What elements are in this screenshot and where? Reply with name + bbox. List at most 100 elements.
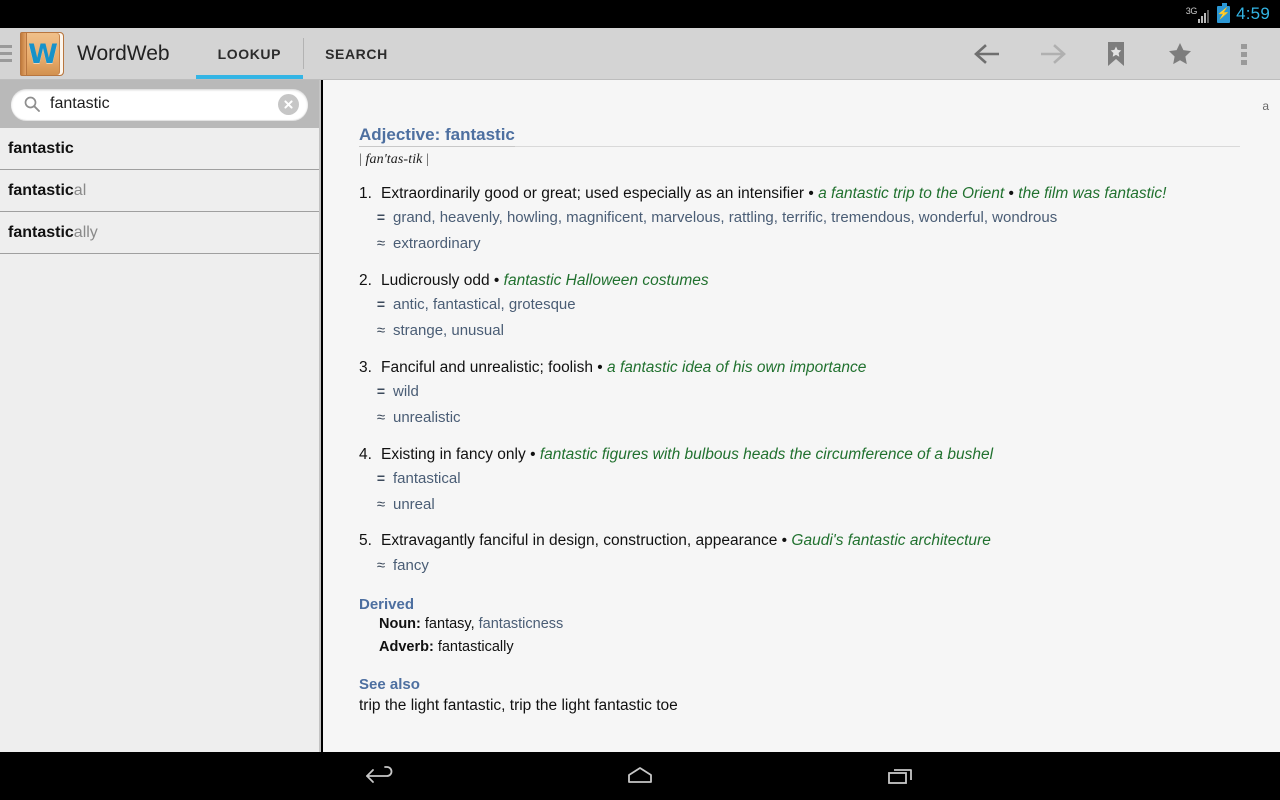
example-text: Gaudi's fantastic architecture xyxy=(791,532,990,549)
derived-word-plain: fantasy, xyxy=(425,616,475,632)
clear-search-button[interactable] xyxy=(278,94,299,115)
sense-number: 4. xyxy=(359,443,381,466)
sense-text: Ludicrously odd • fantastic Halloween co… xyxy=(381,269,1280,292)
approx-symbol: ≈ xyxy=(369,553,393,579)
synonym-list[interactable]: wild xyxy=(393,379,419,405)
sidebar: fantastic fantastic fantastical fantasti… xyxy=(0,80,321,752)
pron-bar-left: | xyxy=(359,152,362,167)
equals-symbol: = xyxy=(369,466,393,492)
sense-text: Existing in fancy only • fantastic figur… xyxy=(381,443,1280,466)
near-synonym-row: ≈ fancy xyxy=(359,553,1280,579)
nav-home-button[interactable] xyxy=(610,752,670,800)
near-synonym-list[interactable]: fancy xyxy=(393,553,429,579)
nav-recents-button[interactable] xyxy=(870,752,930,800)
app-logo-icon[interactable]: W xyxy=(20,32,64,76)
favorite-button[interactable] xyxy=(1148,28,1212,80)
sense-3: 3. Fanciful and unrealistic; foolish • a… xyxy=(359,356,1280,431)
tab-bar: LOOKUP SEARCH xyxy=(196,28,410,79)
font-size-button[interactable]: a xyxy=(1262,99,1269,113)
search-input-value: fantastic xyxy=(50,95,278,113)
list-item[interactable]: fantastical xyxy=(0,170,319,212)
app-logo-letter: W xyxy=(28,41,58,68)
word-suggestion-list: fantastic fantastical fantastically xyxy=(0,128,319,254)
synonym-list[interactable]: antic, fantastical, grotesque xyxy=(393,292,576,318)
see-also-section: See also trip the light fantastic, trip … xyxy=(359,676,1280,717)
synonym-row: = wild xyxy=(359,379,1280,405)
arrow-right-icon xyxy=(1037,42,1067,66)
dictionary-entry: Adjective: fantastic | fan'tas-tik | 1. … xyxy=(323,80,1280,717)
sense-text: Fanciful and unrealistic; foolish • a fa… xyxy=(381,356,1280,379)
list-item[interactable]: fantastically xyxy=(0,212,319,254)
status-bar-clock: 4:59 xyxy=(1236,4,1270,24)
sense-number: 2. xyxy=(359,269,381,292)
approx-symbol: ≈ xyxy=(369,231,393,257)
nav-back-icon xyxy=(363,764,397,788)
approx-symbol: ≈ xyxy=(369,318,393,344)
synonym-row: = fantastical xyxy=(359,466,1280,492)
sense-1: 1. Extraordinarily good or great; used e… xyxy=(359,182,1280,257)
derived-section: Derived Noun: fantasy, fantasticness Adv… xyxy=(359,596,1280,658)
example-text: the film was fantastic! xyxy=(1018,185,1166,202)
word-match-prefix: fantastic xyxy=(8,224,74,242)
example-separator: • xyxy=(530,446,535,463)
sense-text: Extraordinarily good or great; used espe… xyxy=(381,182,1280,205)
example-separator: • xyxy=(782,532,787,549)
sense-definition-row: 5. Extravagantly fanciful in design, con… xyxy=(359,529,1280,552)
android-nav-bar xyxy=(0,752,1280,800)
nav-home-icon xyxy=(623,764,657,788)
definition-pane: a Adjective: fantastic | fan'tas-tik | 1… xyxy=(323,80,1280,752)
near-synonym-list[interactable]: unreal xyxy=(393,492,435,518)
definition-text: Fanciful and unrealistic; foolish xyxy=(381,359,593,376)
action-bar-buttons xyxy=(956,28,1280,79)
tab-lookup[interactable]: LOOKUP xyxy=(196,28,304,79)
definition-text: Existing in fancy only xyxy=(381,446,526,463)
synonym-list[interactable]: fantastical xyxy=(393,466,461,492)
overflow-menu-button[interactable] xyxy=(1212,28,1276,80)
signal-bars-icon: 3G xyxy=(1186,5,1211,23)
sense-4: 4. Existing in fancy only • fantastic fi… xyxy=(359,443,1280,518)
see-also-body[interactable]: trip the light fantastic, trip the light… xyxy=(359,695,1280,717)
equals-symbol: = xyxy=(369,205,393,231)
arrow-left-icon xyxy=(973,42,1003,66)
search-input[interactable]: fantastic xyxy=(11,89,308,120)
example-separator: • xyxy=(1009,185,1014,202)
tab-search[interactable]: SEARCH xyxy=(303,28,410,79)
approx-symbol: ≈ xyxy=(369,405,393,431)
derived-row: Noun: fantasy, fantasticness xyxy=(359,613,1280,635)
list-item[interactable]: fantastic xyxy=(0,128,319,170)
forward-button[interactable] xyxy=(1020,28,1084,80)
near-synonym-row: ≈ extraordinary xyxy=(359,231,1280,257)
near-synonym-row: ≈ unreal xyxy=(359,492,1280,518)
example-separator: • xyxy=(494,272,499,289)
see-also-title: See also xyxy=(359,676,1280,693)
near-synonym-list[interactable]: extraordinary xyxy=(393,231,481,257)
clear-circle-icon xyxy=(282,98,295,111)
synonym-list[interactable]: grand, heavenly, howling, magnificent, m… xyxy=(393,205,1057,231)
near-synonym-list[interactable]: strange, unusual xyxy=(393,318,504,344)
derived-row: Adverb: fantastically xyxy=(359,636,1280,658)
sense-definition-row: 3. Fanciful and unrealistic; foolish • a… xyxy=(359,356,1280,379)
app-title: WordWeb xyxy=(64,28,170,79)
sense-definition-row: 2. Ludicrously odd • fantastic Halloween… xyxy=(359,269,1280,292)
derived-word-plain: fantastically xyxy=(438,639,514,655)
bookmark-button[interactable] xyxy=(1084,28,1148,80)
sense-2: 2. Ludicrously odd • fantastic Halloween… xyxy=(359,269,1280,344)
definition-text: Extravagantly fanciful in design, constr… xyxy=(381,532,777,549)
derived-title: Derived xyxy=(359,596,1280,613)
status-bar: 3G ⚡ 4:59 xyxy=(0,0,1280,28)
hamburger-menu-icon[interactable] xyxy=(0,28,16,79)
nav-recents-icon xyxy=(883,764,917,788)
sense-5: 5. Extravagantly fanciful in design, con… xyxy=(359,529,1280,578)
nav-back-button[interactable] xyxy=(350,752,410,800)
example-separator: • xyxy=(597,359,602,376)
app-screen: 3G ⚡ 4:59 W WordWeb LOOKUP SEARCH xyxy=(0,0,1280,800)
equals-symbol: = xyxy=(369,292,393,318)
search-icon xyxy=(23,95,41,113)
sense-number: 3. xyxy=(359,356,381,379)
derived-word-link[interactable]: fantasticness xyxy=(479,616,564,632)
pronunciation: | fan'tas-tik | xyxy=(359,152,1280,168)
back-button[interactable] xyxy=(956,28,1020,80)
network-type-label: 3G xyxy=(1186,7,1197,16)
near-synonym-list[interactable]: unrealistic xyxy=(393,405,461,431)
entry-heading: Adjective: fantastic xyxy=(359,125,515,147)
